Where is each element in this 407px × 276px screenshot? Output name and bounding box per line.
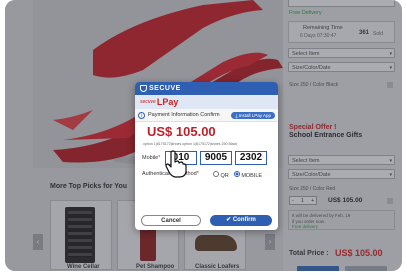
remove-option-icon[interactable]	[387, 198, 393, 204]
remove-option-icon[interactable]	[387, 82, 393, 88]
special-offer-title: Special Offer !	[289, 124, 337, 131]
remaining-label: Remaining Time	[303, 25, 343, 31]
size-color-1-text: Size/Color/Date	[292, 65, 331, 71]
vendor-name: SECUVE	[149, 85, 181, 92]
brand-big: LPay	[156, 97, 179, 107]
size-color-dropdown-2[interactable]: Size/Color/Date ▾	[288, 169, 395, 179]
delivery-label: Free Delivery	[289, 10, 322, 16]
remaining-time: 6 Days 07:30:47	[300, 33, 337, 39]
confirm-button[interactable]: ✔ Confirm	[210, 215, 272, 226]
sold-label: Sold	[373, 31, 384, 37]
mobile-input-last[interactable]: 2302	[235, 151, 267, 165]
select-item-2-text: Select Item	[292, 158, 320, 164]
info-icon: i	[138, 111, 145, 119]
cancel-button[interactable]: Cancel	[141, 215, 201, 226]
secuve-logo-icon	[140, 85, 147, 92]
install-label: Install LPay App	[238, 112, 271, 118]
size-color-dropdown-1[interactable]: Size/Color/Date ▾	[288, 62, 395, 72]
delivery-note-3: Free delivery	[292, 224, 319, 229]
chevron-down-icon: ▾	[389, 158, 392, 164]
purchase-panel: Free Delivery Remaining Time 6 Days 07:3…	[283, 0, 402, 271]
remaining-box: Remaining Time 6 Days 07:30:47 361 Sold	[288, 21, 395, 43]
wine-cellar-image	[65, 207, 95, 263]
download-icon: ⤓	[235, 112, 238, 118]
option-text: option 1|6175172|shoes option 1|6175172|…	[143, 142, 238, 146]
install-lpay-button[interactable]: ⤓ Install LPay App	[231, 111, 275, 119]
gift-title: School Entrance Gifts	[289, 132, 363, 139]
info-title: Payment Information Confirm	[148, 112, 220, 118]
prev-arrow[interactable]: ‹	[33, 234, 43, 250]
auth-mobile-label: MOBILE	[241, 173, 263, 179]
chevron-down-icon: ▾	[389, 65, 392, 71]
brand-small: secuve	[140, 99, 156, 105]
total-price: US$ 105.00	[335, 248, 383, 258]
quantity-value: 1	[300, 198, 304, 204]
classic-loafers-image	[195, 235, 237, 251]
auth-method-group: QR MOBILE	[213, 171, 262, 179]
lpay-payment-modal: SECUVE secuve LPay i Payment Information…	[135, 82, 278, 230]
plus-icon[interactable]: +	[311, 197, 314, 204]
thumb-wine-cellar[interactable]	[50, 200, 112, 270]
next-arrow[interactable]: ›	[265, 234, 275, 250]
thumb-label-pet-shampoo[interactable]: Pet Shampoo	[136, 264, 174, 270]
thumb-label-wine-cellar[interactable]: Wine Cellar	[67, 264, 100, 270]
info-row: i Payment Information Confirm ⤓ Install …	[135, 109, 278, 122]
buy-now-button[interactable]	[297, 266, 339, 271]
hand-cursor-icon	[165, 150, 187, 178]
option-dropdown-top[interactable]	[288, 0, 395, 7]
chevron-down-icon: ▾	[389, 172, 392, 178]
size-info-2: Size 250 / Color Red	[289, 186, 336, 192]
sold-count: 361	[359, 30, 370, 36]
mobile-input-middle[interactable]: 9005	[200, 151, 232, 165]
payment-amount: US$ 105.00	[147, 124, 216, 139]
quantity-stepper[interactable]: - 1 +	[289, 196, 317, 205]
chevron-down-icon: ▾	[389, 51, 392, 57]
radio-icon	[213, 171, 219, 177]
auth-option-qr[interactable]: QR	[213, 171, 229, 179]
auth-qr-label: QR	[220, 173, 229, 179]
minus-icon[interactable]: -	[292, 197, 294, 204]
mobile-label-wrap: Mobile*	[142, 155, 161, 161]
check-icon: ✔	[226, 217, 232, 223]
size-color-2-text: Size/Color/Date	[292, 172, 331, 178]
select-item-1-text: Select Item	[292, 51, 320, 57]
modal-header: SECUVE	[135, 82, 278, 95]
lpay-brand-bar: secuve LPay	[135, 95, 278, 109]
select-item-dropdown-1[interactable]: Select Item ▾	[288, 48, 395, 58]
select-item-dropdown-2[interactable]: Select Item ▾	[288, 155, 395, 165]
radio-checked-icon	[233, 171, 240, 177]
auth-option-mobile[interactable]: MOBILE	[233, 171, 263, 179]
recommendations-title: More Top Picks for You	[50, 183, 128, 190]
delivery-note-box: It will be delivered by Feb. 19 if you o…	[288, 210, 395, 230]
total-label: Total Price :	[289, 250, 329, 257]
add-to-cart-button[interactable]	[345, 266, 387, 271]
confirm-label: Confirm	[232, 217, 256, 223]
thumb-label-classic-loafers[interactable]: Classic Loafers	[195, 264, 239, 270]
line-price: US$ 105.00	[328, 197, 363, 204]
mobile-label: Mobile	[142, 155, 159, 161]
size-info-1: Size 250 / Color Black	[289, 82, 339, 88]
